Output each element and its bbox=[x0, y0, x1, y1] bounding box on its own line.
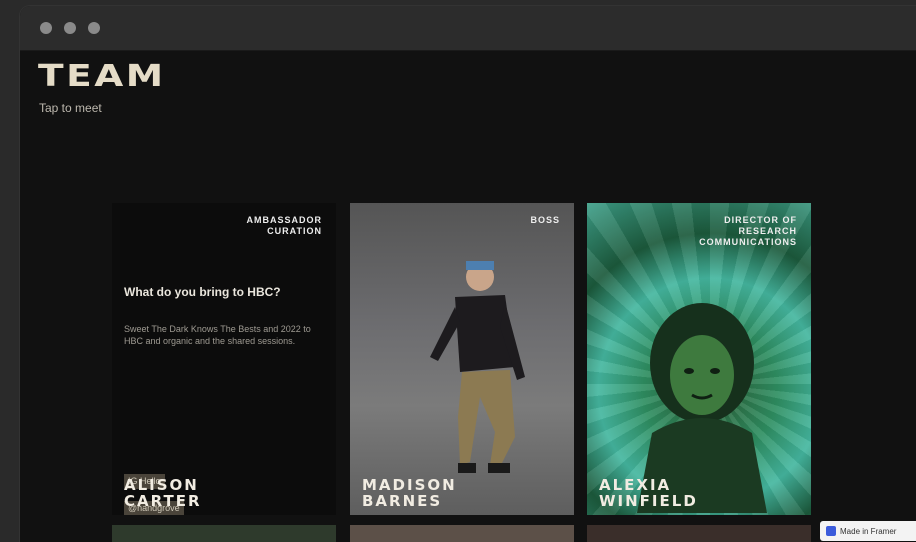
card-role: DIRECTOR OF RESEARCH COMMUNICATIONS bbox=[699, 215, 797, 247]
next-row-card-1[interactable] bbox=[112, 525, 336, 542]
card-question: What do you bring to HBC? bbox=[124, 285, 281, 299]
window-titlebar bbox=[20, 6, 916, 51]
minimize-window-dot[interactable] bbox=[64, 22, 76, 34]
next-row-card-2[interactable] bbox=[350, 525, 574, 542]
member-name: ALEXIA WINFIELD bbox=[599, 476, 698, 510]
framer-logo-icon bbox=[826, 526, 836, 536]
badge-label: Made in Framer bbox=[840, 526, 897, 536]
card-role: AMBASSADOR CURATION bbox=[246, 215, 322, 236]
page-subtitle: Tap to meet bbox=[39, 101, 102, 115]
card-role: BOSS bbox=[530, 215, 560, 225]
dancer-photo bbox=[430, 261, 525, 473]
next-row-card-3[interactable] bbox=[587, 525, 811, 542]
team-card-madison[interactable]: BOSS MADISON BARNES bbox=[350, 203, 574, 515]
page-content: TEAM Tap to meet AMBASSADOR CURATION Wha… bbox=[20, 51, 916, 542]
made-in-framer-badge[interactable]: Made in Framer bbox=[820, 521, 916, 541]
member-name: MADISON BARNES bbox=[362, 476, 457, 510]
team-card-alison[interactable]: AMBASSADOR CURATION What do you bring to… bbox=[112, 203, 336, 515]
browser-window: TEAM Tap to meet AMBASSADOR CURATION Wha… bbox=[20, 6, 916, 542]
page-title: TEAM bbox=[38, 59, 166, 94]
maximize-window-dot[interactable] bbox=[88, 22, 100, 34]
close-window-dot[interactable] bbox=[40, 22, 52, 34]
member-name: ALISON CARTER bbox=[124, 476, 202, 510]
card-answer: Sweet The Dark Knows The Bests and 2022 … bbox=[124, 324, 311, 346]
team-card-alexia[interactable]: DIRECTOR OF RESEARCH COMMUNICATIONS ALEX… bbox=[587, 203, 811, 515]
